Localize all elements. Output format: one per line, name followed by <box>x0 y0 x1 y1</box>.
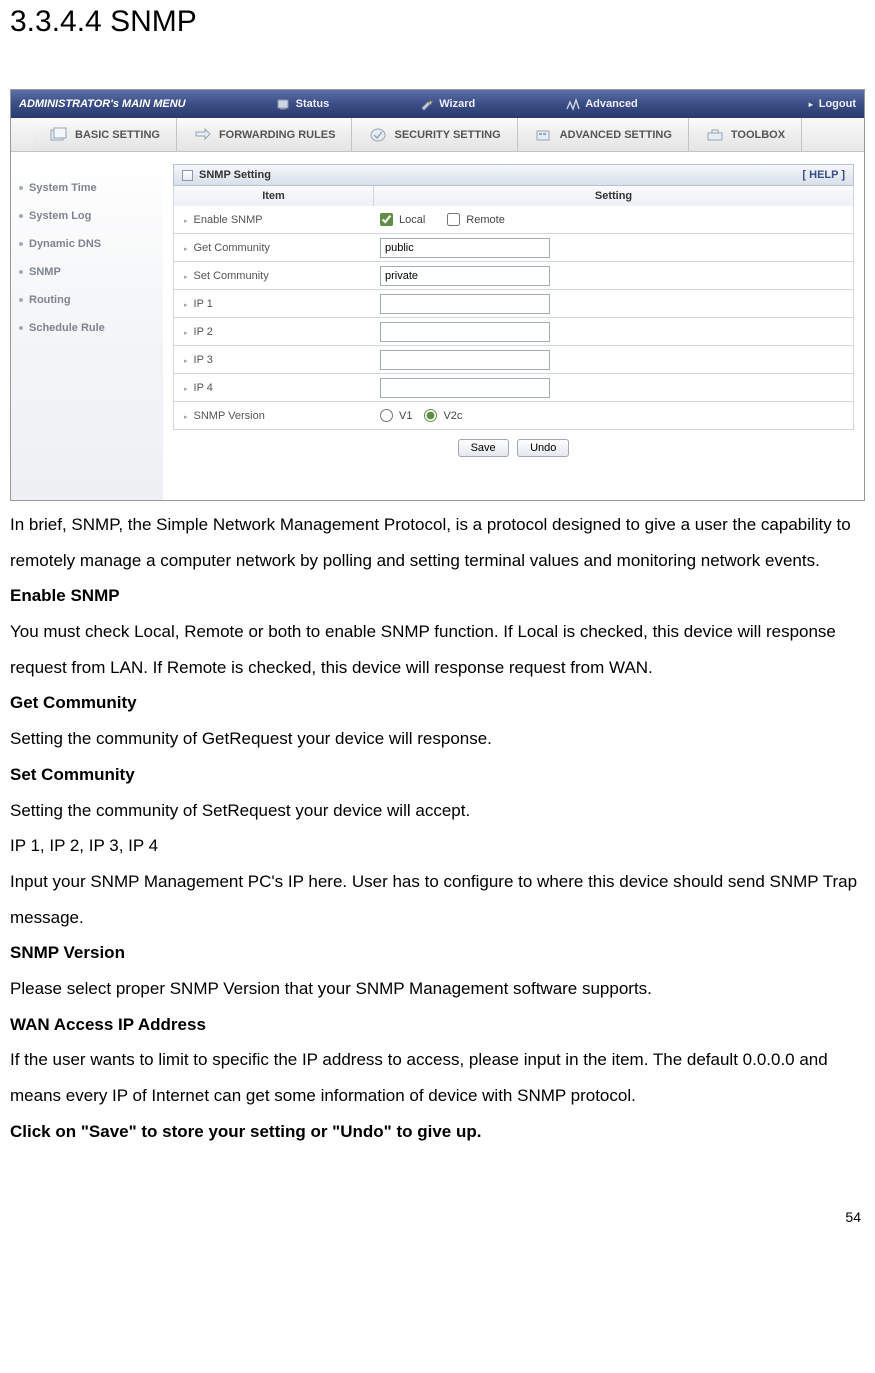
paragraph-save: Click on "Save" to store your setting or… <box>10 1114 865 1150</box>
tab-advanced-setting[interactable]: ADVANCED SETTING <box>518 118 689 151</box>
paragraph: Setting the community of SetRequest your… <box>10 793 865 829</box>
v1-label: V1 <box>399 410 412 422</box>
row-label: Get Community <box>174 242 374 254</box>
row-label: IP 2 <box>174 326 374 338</box>
button-row: Save Undo <box>173 430 854 465</box>
local-checkbox[interactable] <box>380 213 393 226</box>
paragraph: In brief, SNMP, the Simple Network Manag… <box>10 507 865 578</box>
toolbox-icon <box>705 127 725 143</box>
sidebar-item-snmp[interactable]: SNMP <box>11 258 163 286</box>
ip1-input[interactable] <box>380 294 550 314</box>
row-label: SNMP Version <box>174 410 374 422</box>
content-area: SNMP Setting [ HELP ] Item Setting Enabl… <box>163 152 864 500</box>
tab-basic-setting[interactable]: BASIC SETTING <box>33 118 177 151</box>
grid-header: Item Setting <box>173 186 854 206</box>
col-setting-header: Setting <box>374 186 853 206</box>
subheading-set-community: Set Community <box>10 757 865 793</box>
panel-title: SNMP Setting <box>199 169 271 181</box>
body-text: In brief, SNMP, the Simple Network Manag… <box>10 507 865 1149</box>
paragraph: Input your SNMP Management PC's IP here.… <box>10 864 865 935</box>
tab-security-setting[interactable]: SECURITY SETTING <box>352 118 517 151</box>
basic-setting-icon <box>49 127 69 143</box>
section-heading: 3.3.4.4 SNMP <box>10 5 865 39</box>
menu-advanced[interactable]: Advanced <box>565 97 638 111</box>
subheading-get-community: Get Community <box>10 685 865 721</box>
advanced-icon <box>565 97 581 111</box>
subheading-snmp-version: SNMP Version <box>10 935 865 971</box>
status-icon <box>276 97 292 111</box>
tab-toolbox[interactable]: TOOLBOX <box>689 118 802 151</box>
paragraph: You must check Local, Remote or both to … <box>10 614 865 685</box>
menu-label: Wizard <box>439 98 475 110</box>
v2c-radio[interactable] <box>424 409 437 422</box>
top-menu-bar: ADMINISTRATOR's MAIN MENU Status Wizard … <box>11 90 864 118</box>
ip3-input[interactable] <box>380 350 550 370</box>
row-get-community: Get Community <box>173 234 854 262</box>
paragraph: If the user wants to limit to specific t… <box>10 1042 865 1113</box>
panel-box-icon <box>182 170 193 181</box>
paragraph: Setting the community of GetRequest your… <box>10 721 865 757</box>
row-snmp-version: SNMP Version V1 V2c <box>173 402 854 430</box>
row-enable-snmp: Enable SNMP Local Remote <box>173 206 854 234</box>
tabs-row: BASIC SETTING FORWARDING RULES SECURITY … <box>11 118 864 152</box>
sidebar-item-dynamic-dns[interactable]: Dynamic DNS <box>11 230 163 258</box>
row-label: IP 3 <box>174 354 374 366</box>
set-community-input[interactable] <box>380 266 550 286</box>
subheading-enable-snmp: Enable SNMP <box>10 578 865 614</box>
remote-checkbox[interactable] <box>447 213 460 226</box>
ip4-input[interactable] <box>380 378 550 398</box>
sidebar-item-system-log[interactable]: System Log <box>11 202 163 230</box>
subheading-wan-access: WAN Access IP Address <box>10 1007 865 1043</box>
sidebar-item-system-time[interactable]: System Time <box>11 174 163 202</box>
security-icon <box>368 127 388 143</box>
menu-label: Advanced <box>585 98 638 110</box>
row-ip1: IP 1 <box>173 290 854 318</box>
panel-header: SNMP Setting [ HELP ] <box>173 164 854 186</box>
help-link[interactable]: [ HELP ] <box>802 169 845 181</box>
advanced-tab-icon <box>534 127 554 143</box>
menu-wizard[interactable]: Wizard <box>419 97 475 111</box>
row-label: IP 1 <box>174 298 374 310</box>
sidebar: System Time System Log Dynamic DNS SNMP … <box>11 152 163 500</box>
remote-label: Remote <box>466 214 505 226</box>
menu-status[interactable]: Status <box>276 97 330 111</box>
router-admin-screenshot: ADMINISTRATOR's MAIN MENU Status Wizard … <box>10 89 865 501</box>
page-number: 54 <box>10 1209 865 1225</box>
tab-label: TOOLBOX <box>731 129 785 141</box>
tab-label: FORWARDING RULES <box>219 129 336 141</box>
tab-label: ADVANCED SETTING <box>560 129 672 141</box>
row-ip3: IP 3 <box>173 346 854 374</box>
sidebar-item-schedule-rule[interactable]: Schedule Rule <box>11 314 163 342</box>
paragraph: Please select proper SNMP Version that y… <box>10 971 865 1007</box>
menu-title: ADMINISTRATOR's MAIN MENU <box>19 98 186 110</box>
tab-label: SECURITY SETTING <box>394 129 500 141</box>
v1-radio[interactable] <box>380 409 393 422</box>
menu-logout[interactable]: Logout <box>809 98 856 110</box>
row-set-community: Set Community <box>173 262 854 290</box>
save-button[interactable]: Save <box>458 439 509 457</box>
wizard-icon <box>419 97 435 111</box>
col-item-header: Item <box>174 186 374 206</box>
row-label: Enable SNMP <box>174 214 374 226</box>
menu-label: Logout <box>819 98 856 110</box>
row-label: IP 4 <box>174 382 374 394</box>
sidebar-item-routing[interactable]: Routing <box>11 286 163 314</box>
get-community-input[interactable] <box>380 238 550 258</box>
v2c-label: V2c <box>443 410 462 422</box>
local-label: Local <box>399 214 425 226</box>
undo-button[interactable]: Undo <box>517 439 569 457</box>
paragraph-ips: IP 1, IP 2, IP 3, IP 4 <box>10 828 865 864</box>
row-label: Set Community <box>174 270 374 282</box>
forwarding-icon <box>193 127 213 143</box>
menu-label: Status <box>296 98 330 110</box>
row-ip4: IP 4 <box>173 374 854 402</box>
tab-label: BASIC SETTING <box>75 129 160 141</box>
ip2-input[interactable] <box>380 322 550 342</box>
row-ip2: IP 2 <box>173 318 854 346</box>
tab-forwarding-rules[interactable]: FORWARDING RULES <box>177 118 353 151</box>
